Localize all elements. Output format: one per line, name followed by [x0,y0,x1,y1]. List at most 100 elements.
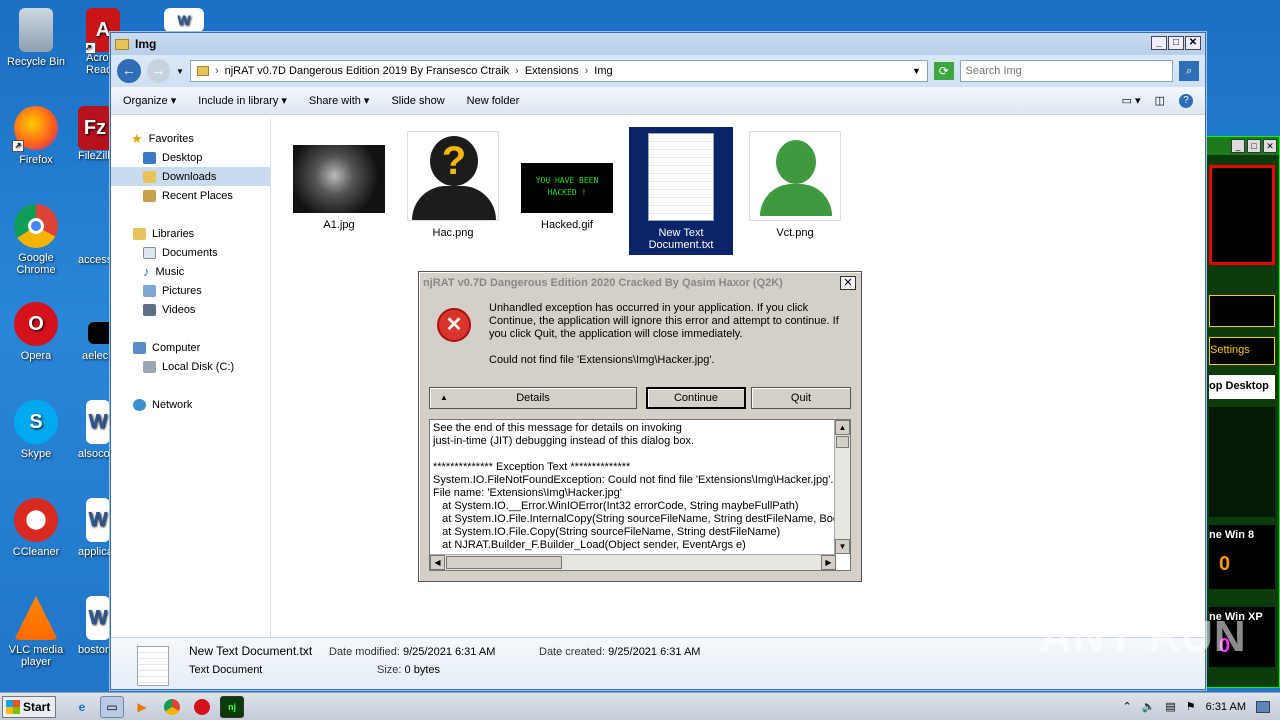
nav-network[interactable]: Network [111,395,270,414]
scroll-thumb[interactable] [836,436,849,448]
search-icon[interactable]: ⌕ [1179,61,1199,81]
scroll-left-icon[interactable]: ◀ [430,555,445,570]
chrome-shortcut[interactable]: Google Chrome [0,204,72,276]
nav-favorites[interactable]: ★ Favorites [111,129,270,148]
skype-shortcut[interactable]: S Skype [0,400,72,460]
network-tray-icon[interactable]: ▤ [1165,700,1175,713]
history-dropdown-icon[interactable]: ▼ [176,67,184,76]
file-item[interactable]: ? Hac.png [401,131,505,239]
speaker-icon[interactable]: 🔈 [1142,700,1156,713]
word-doc-shortcut[interactable]: W [164,8,208,32]
chrome-icon [14,204,58,248]
new-folder-button[interactable]: New folder [467,95,520,107]
maximize-button[interactable]: □ [1168,36,1184,50]
system-tray: ⌃ 🔈 ▤ ⚑ 6:31 AM [1122,700,1280,713]
boston-shortcut[interactable]: W boston [78,596,114,656]
details-toggle-button[interactable]: ▲ Details [429,387,637,409]
explorer-titlebar[interactable]: Img _ □ ✕ [111,33,1205,55]
opera-taskbar-icon[interactable] [190,696,214,718]
horizontal-scrollbar[interactable]: ◀ ▶ [430,554,836,570]
explorer-taskbar-icon[interactable]: ▭ [100,695,124,718]
breadcrumb-item[interactable]: Extensions [525,65,579,77]
close-button[interactable]: ✕ [1263,139,1277,153]
breadcrumb-item[interactable]: Img [594,65,612,77]
exception-details-textbox[interactable]: See the end of this message for details … [429,419,851,571]
nav-desktop[interactable]: Desktop [111,148,270,167]
recycle-bin-shortcut[interactable]: Recycle Bin [0,8,72,68]
vertical-scrollbar[interactable]: ▲ ▼ [834,420,850,554]
show-desktop-icon[interactable] [1256,700,1270,713]
vlc-shortcut[interactable]: VLC media player [0,596,72,668]
include-in-library-label: Include in library [198,95,279,107]
quit-button[interactable]: Quit [751,387,851,409]
firefox-shortcut[interactable]: ↗ Firefox [0,106,72,166]
ccleaner-shortcut[interactable]: CCleaner [0,498,72,558]
file-item[interactable]: YOU HAVE BEEN HACKED ! Hacked.gif [515,163,619,231]
settings-tab[interactable]: Settings [1209,337,1275,365]
view-options-icon[interactable]: ▭ ▾ [1122,94,1141,108]
opera-shortcut[interactable]: O Opera [0,302,72,362]
nav-music[interactable]: ♪ Music [111,262,270,281]
nav-documents[interactable]: Documents [111,243,270,262]
scroll-thumb[interactable] [446,556,562,569]
include-in-library-menu[interactable]: Include in library ▾ [198,94,287,107]
exception-dialog[interactable]: njRAT v0.7D Dangerous Edition 2020 Crack… [418,271,862,582]
command-bar: Organize ▾ Include in library ▾ Share wi… [111,87,1205,115]
nav-local-disk[interactable]: Local Disk (C:) [111,357,270,376]
scroll-down-icon[interactable]: ▼ [835,539,850,554]
refresh-button[interactable]: ⟳ [933,62,954,80]
applica-shortcut[interactable]: W applica [78,498,114,558]
access-shortcut[interactable]: access [78,254,114,266]
flag-icon[interactable]: ⚑ [1186,700,1196,713]
created-label: Date created: [539,646,606,658]
minimize-button[interactable]: _ [1231,139,1245,153]
address-bar[interactable]: › njRAT v0.7D Dangerous Edition 2019 By … [189,60,928,82]
media-player-icon[interactable]: ▶ [130,696,154,718]
win8-label: ne Win 8 [1209,529,1255,541]
nav-computer[interactable]: Computer [111,338,270,357]
desktop-tab[interactable]: op Desktop [1209,375,1275,399]
nav-libraries[interactable]: Libraries [111,224,270,243]
breadcrumb-item[interactable]: njRAT v0.7D Dangerous Edition 2019 By Fr… [225,65,510,77]
address-dropdown-icon[interactable]: ▼ [912,66,921,76]
forward-button[interactable]: → [146,59,171,83]
nav-label: Downloads [162,170,217,183]
ie-icon[interactable]: e [70,696,94,718]
close-button[interactable]: ✕ [840,276,856,290]
file-item-selected[interactable]: New Text Document.txt [629,127,733,255]
background-app-window[interactable]: _ □ ✕ Settings op Desktop ne Win 8 0 ne … [1200,136,1280,688]
nav-pictures[interactable]: Pictures [111,281,270,300]
njrat-taskbar-icon[interactable]: nj [220,695,244,718]
nav-downloads[interactable]: Downloads [111,167,270,186]
maximize-button[interactable]: □ [1247,139,1261,153]
clock[interactable]: 6:31 AM [1206,701,1246,713]
preview-pane-icon[interactable]: ◫ [1155,94,1165,108]
nav-recent-places[interactable]: Recent Places [111,186,270,205]
filezilla-shortcut[interactable]: Fz FileZilla [78,106,114,162]
scroll-up-icon[interactable]: ▲ [835,420,850,435]
desktop-label: Skype [20,448,52,460]
continue-button[interactable]: Continue [646,387,746,409]
slide-show-button[interactable]: Slide show [391,95,444,107]
chevron-right-icon: › [515,65,519,77]
nav-label: Computer [152,341,201,354]
close-button[interactable]: ✕ [1185,36,1201,50]
file-item[interactable]: A1.jpg [287,145,391,231]
organize-menu[interactable]: Organize ▾ [123,94,176,107]
tray-expand-icon[interactable]: ⌃ [1122,700,1131,713]
minimize-button[interactable]: _ [1151,36,1167,50]
nav-videos[interactable]: Videos [111,300,270,319]
dialog-titlebar[interactable]: njRAT v0.7D Dangerous Edition 2020 Crack… [419,272,861,294]
chrome-taskbar-icon[interactable] [160,696,184,718]
help-icon[interactable]: ? [1179,93,1193,108]
file-item[interactable]: Vct.png [743,131,847,239]
start-button[interactable]: Start [2,695,56,718]
scroll-right-icon[interactable]: ▶ [821,555,836,570]
search-input[interactable] [959,60,1174,82]
back-button[interactable]: ← [117,59,141,83]
word-document-icon: W [86,596,110,640]
nav-label: Desktop [162,151,203,164]
hacked-gif-thumbnail: YOU HAVE BEEN HACKED ! [521,163,613,213]
alsoco-shortcut[interactable]: W alsoco [78,400,114,460]
share-with-menu[interactable]: Share with ▾ [309,94,370,107]
